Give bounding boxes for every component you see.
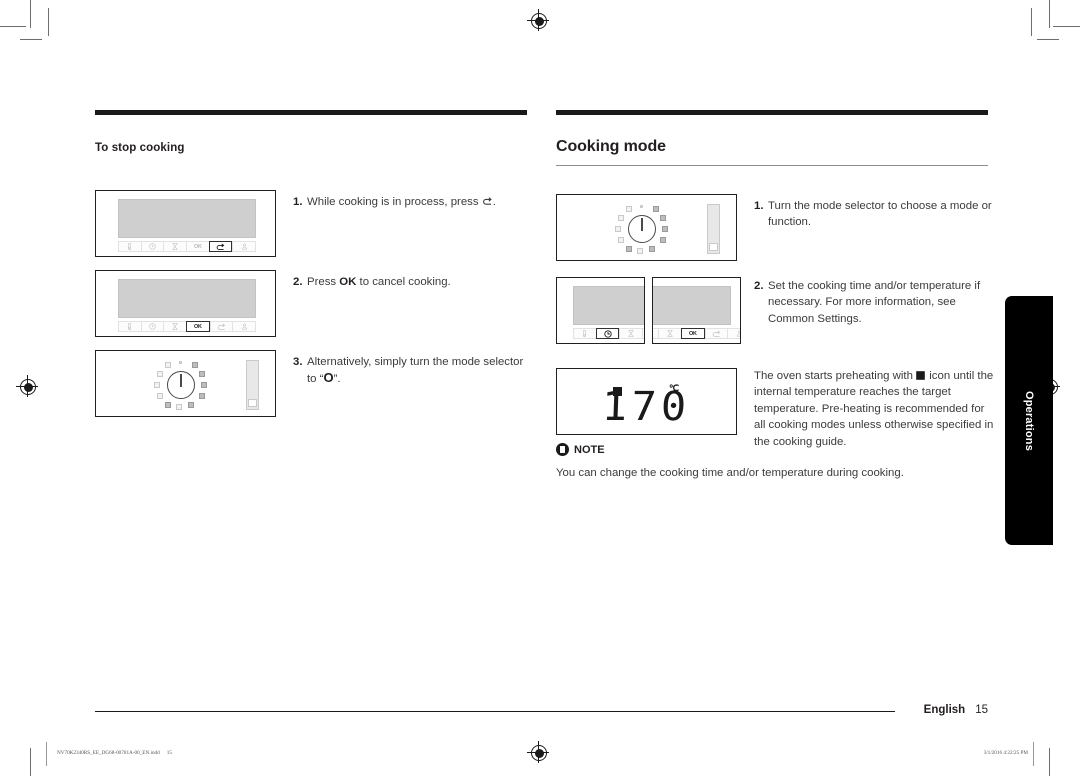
column-rule-right <box>556 110 988 115</box>
note-block: NOTE You can change the cooking time and… <box>556 443 988 481</box>
panel-button-timer[interactable] <box>658 328 682 339</box>
crop-mark-tr2-h <box>1037 39 1059 40</box>
section-divider <box>556 165 988 166</box>
note-icon <box>556 443 569 456</box>
preheat-paragraph: The oven starts preheating with icon unt… <box>754 370 994 448</box>
panel-button-ok[interactable]: OK <box>186 241 209 252</box>
step-1-cooking-mode: 1. Turn the mode selector to choose a mo… <box>754 198 994 231</box>
crop-mark-tl-h <box>0 26 26 27</box>
registration-mark-bottom <box>527 741 551 765</box>
temperature-value: 170 <box>601 383 692 430</box>
left-column: To stop cooking OK 1. While cooking is i… <box>95 110 527 428</box>
print-footer-separator-left <box>46 742 47 766</box>
crop-mark-tr-v <box>1049 0 1050 28</box>
panel-button-oven-light[interactable] <box>118 321 141 332</box>
panel-ok-crop: OK <box>652 277 741 344</box>
step-2-cooking-mode-text: Set the cooking time and/or temperature … <box>768 280 981 325</box>
panel-button-clock[interactable] <box>595 328 620 339</box>
step-1-stop-cooking: 1. While cooking is in process, press . <box>293 194 533 210</box>
panel-button-back[interactable] <box>208 241 233 252</box>
panel-button-timer[interactable] <box>163 241 187 252</box>
panel-clock-crop: OK <box>556 277 645 344</box>
step-2-stop-cooking: 2. Press OK to cancel cooking. <box>293 274 533 290</box>
figure-control-panel-ok: OK <box>95 270 280 337</box>
chapter-tab-operations: Operations <box>1005 296 1053 545</box>
oven-door-handle <box>707 204 720 254</box>
panel-button-timer[interactable] <box>619 328 643 339</box>
panel-button-child-lock[interactable] <box>232 241 257 252</box>
step-3-text: Alternatively, simply turn the mode sele… <box>307 356 524 386</box>
oven-door-handle <box>246 360 259 410</box>
footer-page-number: 15 <box>975 704 988 716</box>
print-filename: NV70K2340RS_EE_DG68-00781A-00_EN.indd 15 <box>57 750 172 756</box>
manual-page: To stop cooking OK 1. While cooking is i… <box>0 0 1080 776</box>
panel-button-child-lock[interactable] <box>727 328 740 339</box>
panel-button-child-lock[interactable] <box>232 321 257 332</box>
figure-mode-selector-on <box>556 194 741 261</box>
step-1-cooking-mode-text: Turn the mode selector to choose a mode … <box>768 200 992 229</box>
chapter-tab-label: Operations <box>1023 390 1035 451</box>
registration-mark-top <box>527 9 551 33</box>
step-2-cooking-mode: 2. Set the cooking time and/or temperatu… <box>754 278 994 327</box>
footer-page-indicator: English 15 <box>924 704 988 716</box>
mode-selector-dial[interactable] <box>154 359 208 411</box>
panel-button-back[interactable] <box>209 321 233 332</box>
mode-selector-dial[interactable] <box>615 203 669 255</box>
note-heading: NOTE <box>556 443 988 456</box>
note-text: You can change the cooking time and/or t… <box>556 467 904 479</box>
panel-button-ok[interactable]: OK <box>186 321 210 332</box>
column-rule-left <box>95 110 527 115</box>
print-footer-separator-right <box>1033 742 1034 766</box>
section-title-stop-cooking: To stop cooking <box>95 142 185 154</box>
step-2-text: Press OK to cancel cooking. <box>307 276 451 288</box>
figure-mode-selector-off <box>95 350 280 417</box>
crop-mark-br-v <box>1049 748 1050 776</box>
panel-button-back[interactable] <box>704 328 728 339</box>
preheat-icon <box>916 371 925 380</box>
figure-temperature-display: ℃ 170 <box>556 368 741 435</box>
temperature-value-wrap: 170 <box>557 379 736 434</box>
panel-button-timer[interactable] <box>163 321 187 332</box>
crop-mark-tl-v <box>30 0 31 28</box>
panel-button-oven-light[interactable] <box>118 241 141 252</box>
step-3-stop-cooking: 3. Alternatively, simply turn the mode s… <box>293 354 533 388</box>
left-steps: OK 1. While cooking is in process, press… <box>95 168 527 428</box>
step-1-text: While cooking is in process, press . <box>307 196 496 208</box>
panel-button-ok[interactable]: OK <box>681 328 705 339</box>
panel-button-clock[interactable] <box>140 241 164 252</box>
figure-control-panel-back: OK <box>95 190 280 257</box>
footer-language: English <box>923 704 966 716</box>
back-arrow-icon <box>482 197 492 205</box>
registration-mark-left <box>16 375 40 399</box>
note-label: NOTE <box>574 443 605 456</box>
crop-mark-tr-h <box>1053 26 1080 27</box>
crop-mark-tl2-h <box>20 39 42 40</box>
print-timestamp: 3/1/2016 4:22:25 PM <box>983 750 1028 756</box>
panel-button-clock[interactable] <box>140 321 164 332</box>
section-title-cooking-mode: Cooking mode <box>556 138 666 155</box>
crop-mark-bl-v <box>30 748 31 776</box>
footer-divider <box>95 711 895 712</box>
crop-mark-tl2-v <box>48 8 49 36</box>
panel-button-ok[interactable]: OK <box>642 328 644 339</box>
panel-button-oven-light[interactable] <box>573 328 596 339</box>
crop-mark-tr2-v <box>1031 8 1032 36</box>
